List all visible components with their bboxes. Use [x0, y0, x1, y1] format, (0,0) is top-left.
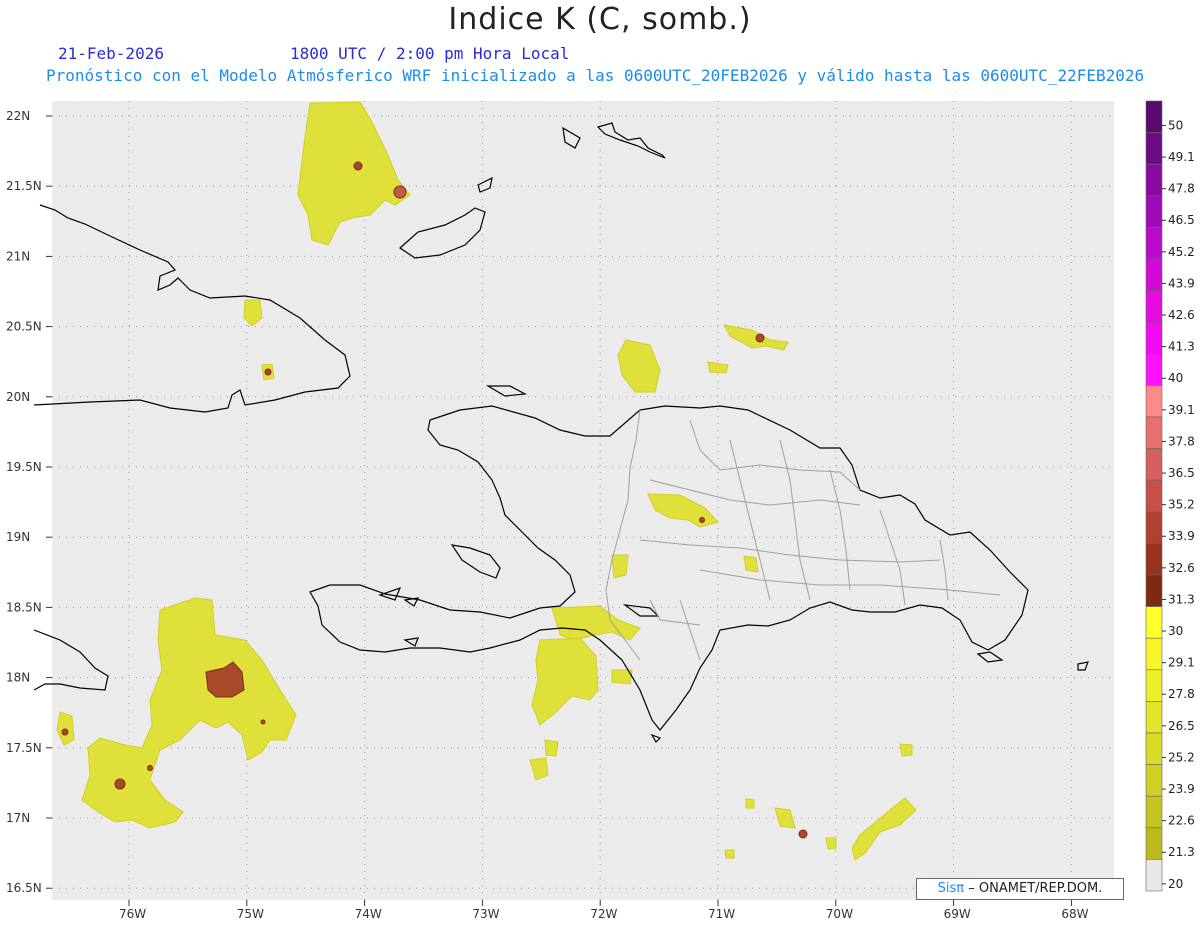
credit-box: Sisπ – ONAMET/REP.DOM.	[916, 878, 1124, 900]
colorbar-swatch	[1145, 100, 1163, 133]
field-coast-small	[611, 554, 629, 579]
colorbar-label: 23.9	[1168, 782, 1195, 796]
colorbar-label: 37.8	[1168, 434, 1195, 448]
colorbar-swatch	[1145, 669, 1163, 702]
colorbar-swatch	[1145, 195, 1163, 228]
lon-label: 71W	[708, 907, 735, 921]
map-figure: 22N 21.5N 21N 20.5N 20N 19.5N 19N 18.5N 18N 17.5N…	[6, 100, 1195, 921]
colorbar-label: 47.8	[1168, 182, 1195, 196]
lat-label: 21.5N	[6, 179, 42, 193]
field-se-4	[899, 743, 913, 757]
colorbar-label: 43.9	[1168, 276, 1195, 290]
lon-label: 70W	[826, 907, 853, 921]
lat-label: 20N	[6, 390, 30, 404]
lat-label: 17N	[6, 811, 30, 825]
colorbar-label: 22.6	[1168, 814, 1195, 828]
colorbar-swatch	[1145, 385, 1163, 418]
lon-label: 74W	[355, 907, 382, 921]
field-dr-center	[743, 555, 759, 573]
colorbar-swatch	[1145, 132, 1163, 165]
colorbar-label: 36.5	[1168, 466, 1195, 480]
colorbar-swatch	[1145, 827, 1163, 860]
colorbar-label: 26.5	[1168, 719, 1195, 733]
colorbar-swatch	[1145, 448, 1163, 481]
lon-label: 68W	[1061, 907, 1088, 921]
colorbar-label: 35.2	[1168, 498, 1195, 512]
colorbar-swatch	[1145, 543, 1163, 576]
colorbar-swatch	[1145, 574, 1163, 607]
colorbar-swatch	[1145, 732, 1163, 765]
colorbar-swatch	[1145, 859, 1163, 892]
field-se-3	[825, 837, 837, 850]
lat-label: 17.5N	[6, 741, 42, 755]
colorbar-swatch	[1145, 321, 1163, 355]
lat-label: 18.5N	[6, 600, 42, 614]
colorbar-swatch	[1145, 701, 1163, 734]
colorbar-label: 29.1	[1168, 656, 1195, 670]
colorbar-label: 49.1	[1168, 150, 1195, 164]
colorbar-swatch	[1145, 258, 1163, 291]
colorbar-swatch	[1145, 290, 1163, 323]
colorbar-label: 39.1	[1168, 403, 1195, 417]
colorbar-label: 41.3	[1168, 340, 1195, 354]
colorbar-swatch	[1145, 416, 1163, 449]
field-se-6	[724, 849, 735, 859]
colorbar-label: 25.2	[1168, 750, 1195, 764]
lon-label: 75W	[237, 907, 264, 921]
colorbar-swatch	[1145, 479, 1163, 513]
colorbar-label: 50	[1168, 118, 1183, 132]
colorbar-swatch	[1145, 606, 1163, 639]
field-se-5	[745, 798, 755, 809]
sispi-logo: Sisπ	[937, 881, 965, 896]
colorbar-label: 32.6	[1168, 561, 1195, 575]
colorbar-label: 21.3	[1168, 845, 1195, 859]
colorbar-label: 33.9	[1168, 529, 1195, 543]
colorbar-label: 46.5	[1168, 213, 1195, 227]
lon-label: 76W	[119, 907, 146, 921]
colorbar-label: 42.6	[1168, 308, 1195, 322]
colorbar-label: 31.3	[1168, 592, 1195, 606]
lat-label: 22N	[6, 109, 30, 123]
colorbar-label: 45.2	[1168, 245, 1195, 259]
colorbar-label: 27.8	[1168, 687, 1195, 701]
lat-label: 18N	[6, 671, 30, 685]
colorbar-swatch	[1145, 795, 1163, 829]
lat-label: 19.5N	[6, 460, 42, 474]
colorbar-swatch	[1145, 353, 1163, 386]
colorbar-label: 20	[1168, 877, 1183, 891]
colorbar-label: 40	[1168, 371, 1183, 385]
lon-label: 69W	[944, 907, 971, 921]
colorbar-label: 30	[1168, 624, 1183, 638]
lat-label: 21N	[6, 249, 30, 263]
colorbar-swatch	[1145, 511, 1163, 544]
colorbar: 50 49.1 47.8 46.5 45.2 43.9 42.6 41.3 40 39.1 37.8…	[1145, 100, 1195, 892]
lat-label: 20.5N	[6, 320, 42, 334]
map-panel	[52, 101, 1114, 900]
lat-label: 16.5N	[6, 881, 42, 895]
colorbar-swatch	[1145, 637, 1163, 671]
colorbar-swatch	[1145, 163, 1163, 197]
colorbar-swatch	[1145, 227, 1163, 260]
lon-label: 73W	[472, 907, 499, 921]
lon-label: 72W	[590, 907, 617, 921]
colorbar-swatch	[1145, 764, 1163, 797]
field-haiti-sw3	[544, 739, 559, 757]
lat-label: 19N	[6, 530, 30, 544]
credit-org: – ONAMET/REP.DOM.	[968, 881, 1103, 896]
